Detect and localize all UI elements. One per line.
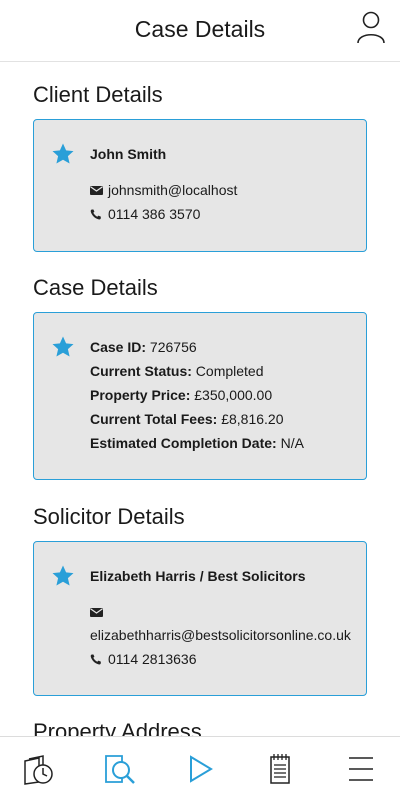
documents-clock-icon[interactable] [21, 751, 57, 787]
case-status-row: Current Status: Completed [90, 363, 264, 379]
play-icon[interactable] [182, 751, 218, 787]
solicitor-email-row[interactable] [90, 604, 108, 620]
client-details-card: John Smith johnsmith@localhost 0114 386 … [33, 119, 367, 252]
bottom-tab-bar [0, 736, 400, 800]
solicitor-name: Elizabeth Harris / Best Solicitors [90, 568, 306, 584]
notepad-icon[interactable] [262, 751, 298, 787]
star-icon [52, 565, 74, 586]
star-icon [52, 143, 74, 164]
case-id-row: Case ID: 726756 [90, 339, 197, 355]
menu-icon[interactable] [343, 751, 379, 787]
case-details-heading: Case Details [33, 275, 158, 300]
phone-icon [90, 654, 101, 665]
case-details-scroll[interactable]: Client Details John Smith johnsmith@loca… [0, 62, 400, 736]
envelope-icon [90, 608, 103, 617]
user-profile-icon[interactable] [356, 10, 386, 44]
client-email-row[interactable]: johnsmith@localhost [90, 182, 237, 198]
phone-icon [90, 209, 101, 220]
case-details-card: Case ID: 726756 Current Status: Complete… [33, 312, 367, 480]
document-search-icon[interactable] [102, 751, 138, 787]
solicitor-phone-row[interactable]: 0114 2813636 [90, 651, 197, 667]
property-price-row: Property Price: £350,000.00 [90, 387, 273, 403]
client-name: John Smith [90, 146, 167, 162]
completion-date-row: Estimated Completion Date: N/A [90, 435, 304, 451]
app-header: Case Details [0, 0, 400, 62]
star-icon [52, 336, 74, 357]
envelope-icon [90, 186, 103, 195]
client-email: johnsmith@localhost [108, 182, 238, 198]
property-address-heading: Property Address [33, 719, 202, 736]
total-fees-row: Current Total Fees: £8,816.20 [90, 411, 284, 427]
client-details-heading: Client Details [33, 82, 163, 107]
solicitor-phone: 0114 2813636 [108, 651, 197, 667]
solicitor-details-card: Elizabeth Harris / Best Solicitors eliza… [33, 541, 367, 696]
solicitor-details-heading: Solicitor Details [33, 504, 185, 529]
page-title: Case Details [134, 16, 266, 42]
client-phone-row[interactable]: 0114 386 3570 [90, 206, 200, 222]
client-phone: 0114 386 3570 [108, 206, 201, 222]
solicitor-email[interactable]: elizabethharris@bestsolicitorsonline.co.… [90, 627, 351, 643]
